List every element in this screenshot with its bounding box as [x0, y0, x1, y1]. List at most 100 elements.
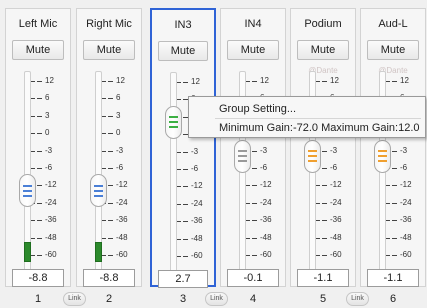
mute-button[interactable]: Mute — [297, 40, 349, 60]
link-button-3-4[interactable]: Link — [205, 292, 228, 306]
scale-tick: -6 — [361, 163, 425, 173]
scale-label: 12 — [45, 76, 54, 85]
gain-value-field[interactable]: -8.8 — [83, 269, 135, 287]
mute-button[interactable]: Mute — [227, 40, 279, 60]
scale-label: 6 — [116, 93, 121, 103]
tick-mark — [37, 202, 42, 204]
scale-label: -6 — [260, 163, 268, 172]
channel-strip-5[interactable]: PodiumMute@Dante12630-3-6-12-24-36-48-60… — [290, 8, 356, 287]
channel-name: Aud-L — [378, 18, 408, 30]
tick-mark — [322, 150, 327, 152]
scale-label: 3 — [116, 110, 121, 120]
tick-mark — [322, 220, 327, 222]
scale-tick: 12 — [221, 76, 285, 86]
gain-value-field[interactable]: 2.7 — [158, 270, 208, 288]
link-button-5-6[interactable]: Link — [346, 292, 369, 306]
tick-mark — [37, 220, 42, 222]
scale-tick: -24 — [361, 198, 425, 208]
scale-tick: -60 — [291, 250, 355, 260]
mute-button[interactable]: Mute — [367, 40, 419, 60]
tick-mark — [108, 185, 113, 187]
scale-label: -36 — [191, 216, 203, 226]
tick-mark — [183, 221, 188, 223]
tick-mark — [183, 82, 188, 83]
tick-mark — [322, 81, 327, 82]
channel-number: 6 — [389, 293, 397, 305]
tick-mark — [322, 202, 327, 204]
link-button-1-2[interactable]: Link — [63, 292, 86, 306]
tick-mark — [183, 203, 188, 205]
mute-button[interactable]: Mute — [12, 40, 64, 60]
fader-grip-line — [238, 160, 247, 163]
fader-grip-line — [169, 121, 178, 124]
scale-tick: -36 — [6, 215, 70, 225]
scale-tick: -60 — [6, 250, 70, 260]
scale-tick: -24 — [291, 198, 355, 208]
channel-strip-3[interactable]: IN3Mute12630-3-6-12-24-36-48-602.7 — [150, 8, 216, 288]
fader-grip-line — [378, 150, 387, 153]
mute-button[interactable]: Mute — [158, 41, 208, 61]
scale-tick: 6 — [6, 93, 70, 103]
tick-mark — [37, 255, 42, 256]
gain-value-field[interactable]: -0.1 — [227, 269, 279, 287]
fader-grip-line — [238, 155, 247, 158]
scale-tick: -60 — [221, 250, 285, 260]
gain-value-field[interactable]: -1.1 — [297, 269, 349, 287]
fader-knob[interactable] — [234, 139, 251, 173]
scale-tick: -48 — [291, 233, 355, 243]
tick-mark — [108, 98, 113, 100]
gain-value-field[interactable]: -8.8 — [12, 269, 64, 287]
tick-mark — [392, 202, 397, 204]
fader-grip-line — [23, 189, 32, 192]
scale-label: -3 — [330, 145, 338, 155]
channel-name: IN3 — [174, 19, 192, 31]
tick-mark — [322, 255, 327, 256]
channel-strip-4[interactable]: IN4Mute12630-3-6-12-24-36-48-60-0.1 — [220, 8, 286, 287]
gain-value-field[interactable]: -1.1 — [367, 269, 419, 287]
tick-mark — [183, 256, 188, 257]
scale-label: -48 — [260, 232, 272, 242]
mixer-panel: Left Mic Mute 12 6 3 0 -3 -6 -12 -24 -36 -48 -60 -8.8… — [0, 0, 427, 308]
tick-mark — [252, 202, 257, 204]
scale-label: 12 — [191, 77, 200, 86]
tick-mark — [108, 220, 113, 222]
group-setting-menu-item[interactable]: Group Setting... — [219, 103, 296, 115]
scale-label: 12 — [116, 76, 125, 85]
tick-mark — [37, 185, 42, 187]
fader-grip-line — [378, 155, 387, 158]
fader-knob[interactable] — [165, 105, 182, 139]
fader-knob[interactable] — [374, 139, 391, 173]
scale-tick: 3 — [77, 111, 141, 121]
tick-mark — [392, 81, 397, 82]
scale-tick: -60 — [361, 250, 425, 260]
scale-label: 0 — [45, 128, 50, 138]
scale-label: -6 — [191, 164, 199, 173]
channel-number: 1 — [34, 293, 42, 305]
scale-label: 0 — [116, 128, 121, 138]
tick-mark — [183, 151, 188, 153]
tick-mark — [392, 150, 397, 152]
channel-strip-1[interactable]: Left Mic Mute 12 6 3 0 -3 -6 -12 -24 -36 -48 -60 -8.8 — [5, 8, 71, 287]
fader-track[interactable] — [170, 72, 177, 273]
channel-strip-6[interactable]: Aud-LMute@Dante12630-3-6-12-24-36-48-60-… — [360, 8, 426, 287]
tick-mark — [322, 185, 327, 187]
context-menu: Group Setting... Minimum Gain:-72.0 Maxi… — [188, 96, 426, 138]
fader-knob[interactable] — [90, 174, 107, 208]
tick-mark — [108, 133, 113, 135]
tick-mark — [37, 168, 42, 169]
fader-grip-line — [308, 150, 317, 153]
tick-mark — [392, 237, 397, 239]
scale-label: -24 — [191, 198, 203, 208]
fader-grip-line — [308, 160, 317, 163]
scale-tick: -48 — [221, 233, 285, 243]
scale-tick: 12 — [77, 76, 141, 86]
scale-label: -60 — [260, 250, 272, 259]
scale-label: -36 — [400, 215, 412, 225]
fader-knob[interactable] — [304, 139, 321, 173]
scale-label: -12 — [330, 180, 342, 190]
fader-knob[interactable] — [19, 174, 36, 208]
channel-strip-2[interactable]: Right Mic Mute 12 6 3 0 -3 -6 -12 -24 -36 -48 -60 -8.… — [76, 8, 142, 287]
scale-tick: -12 — [6, 180, 70, 190]
mute-button[interactable]: Mute — [83, 40, 135, 60]
scale-label: -24 — [116, 197, 128, 207]
